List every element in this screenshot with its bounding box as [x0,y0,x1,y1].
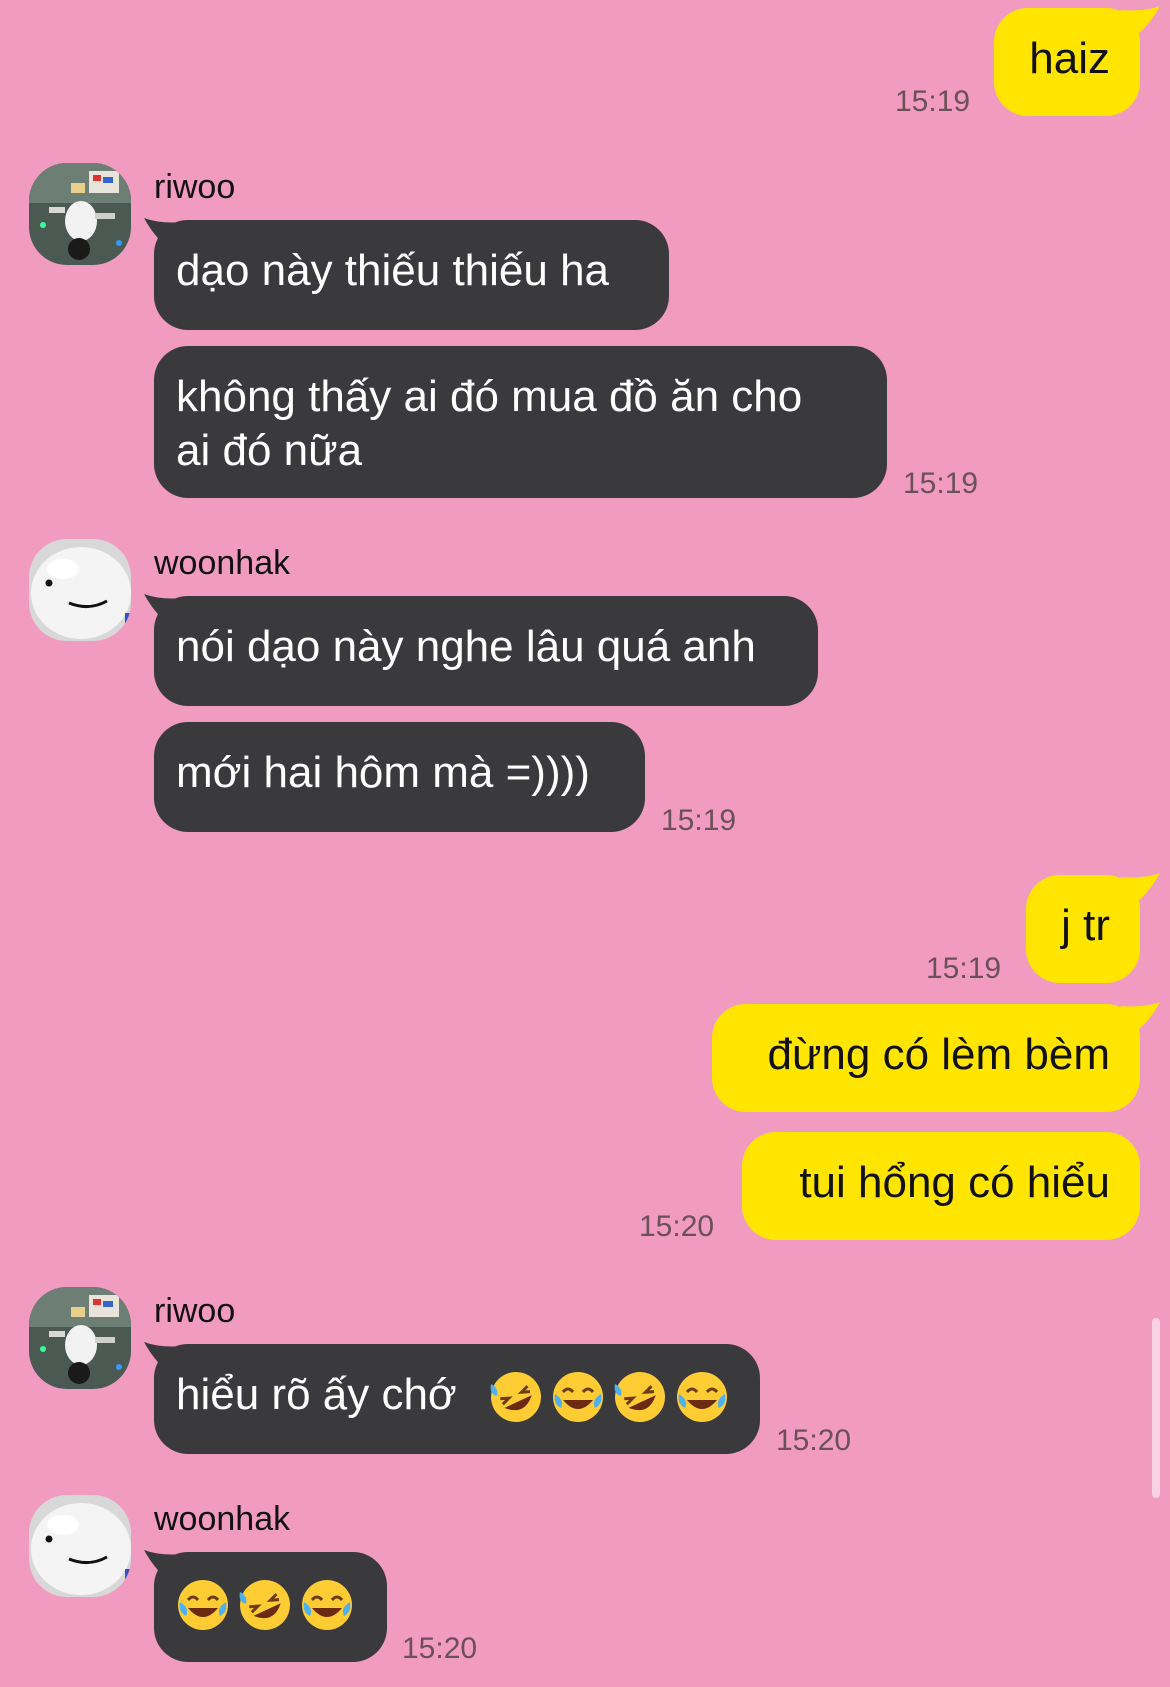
message-timestamp: 15:19 [895,85,971,118]
avatar[interactable] [29,1495,131,1597]
message-bubble-incoming[interactable]: nói dạo này nghe lâu quá anh [154,596,818,706]
message-text-line: ai đó nữa [176,426,363,475]
white-blob-face-avatar-icon [29,1495,131,1597]
message-timestamp: 15:19 [903,467,979,500]
tears-of-joy-emoji-icon [551,1370,605,1424]
message-text: mới hai hôm mà =)))) [176,748,590,797]
white-blob-face-avatar-icon [29,539,131,641]
message-text: nói dạo này nghe lâu quá anh [176,622,756,671]
message-bubble-incoming[interactable] [154,1552,387,1662]
bubble-tail [144,594,184,622]
rofl-emoji-icon [238,1578,292,1632]
message-text-line: không thấy ai đó mua đồ ăn cho [176,372,803,421]
scrollbar[interactable] [1152,1318,1160,1498]
bubble-tail [144,1550,184,1578]
message-bubble-incoming[interactable]: không thấy ai đó mua đồ ăn cho ai đó nữa [154,346,887,498]
message-text: hiểu rõ ấy chớ [176,1370,457,1419]
message-bubble-incoming[interactable]: mới hai hôm mà =)))) [154,722,645,832]
message-timestamp: 15:20 [776,1424,852,1457]
sender-name: riwoo [154,168,236,206]
rofl-emoji-icon [613,1370,667,1424]
message-timestamp: 15:20 [639,1210,715,1243]
message-timestamp: 15:20 [402,1632,478,1665]
tears-of-joy-emoji-icon [300,1578,354,1632]
message-text: đừng có lèm bèm [767,1030,1110,1079]
message-bubble-outgoing[interactable]: haiz [994,8,1140,116]
message-text: haiz [1029,34,1110,83]
tears-of-joy-emoji-icon [176,1578,230,1632]
sender-name: riwoo [154,1292,236,1330]
message-text: j tr [1061,901,1110,950]
riwoo-photo-avatar-icon [29,1287,131,1389]
bubble-tail [144,1342,184,1370]
riwoo-photo-avatar-icon [29,163,131,265]
rofl-emoji-icon [489,1370,543,1424]
message-timestamp: 15:19 [926,952,1002,985]
avatar[interactable] [29,1287,131,1389]
message-bubble-incoming[interactable]: hiểu rõ ấy chớ [154,1344,760,1454]
message-timestamp: 15:19 [661,804,737,837]
avatar[interactable] [29,539,131,641]
bubble-tail [1120,873,1160,901]
message-text: dạo này thiếu thiếu ha [176,246,610,295]
sender-name: woonhak [154,1500,291,1538]
bubble-tail [1120,1002,1160,1030]
message-bubble-incoming[interactable]: dạo này thiếu thiếu ha [154,220,669,330]
bubble-tail [144,218,184,246]
bubble-tail [1120,6,1160,34]
tears-of-joy-emoji-icon [675,1370,729,1424]
message-bubble-outgoing[interactable]: đừng có lèm bèm [712,1004,1140,1112]
message-text: tui hổng có hiểu [799,1158,1110,1207]
message-bubble-outgoing[interactable]: tui hổng có hiểu [742,1132,1140,1240]
avatar[interactable] [29,163,131,265]
sender-name: woonhak [154,544,291,582]
